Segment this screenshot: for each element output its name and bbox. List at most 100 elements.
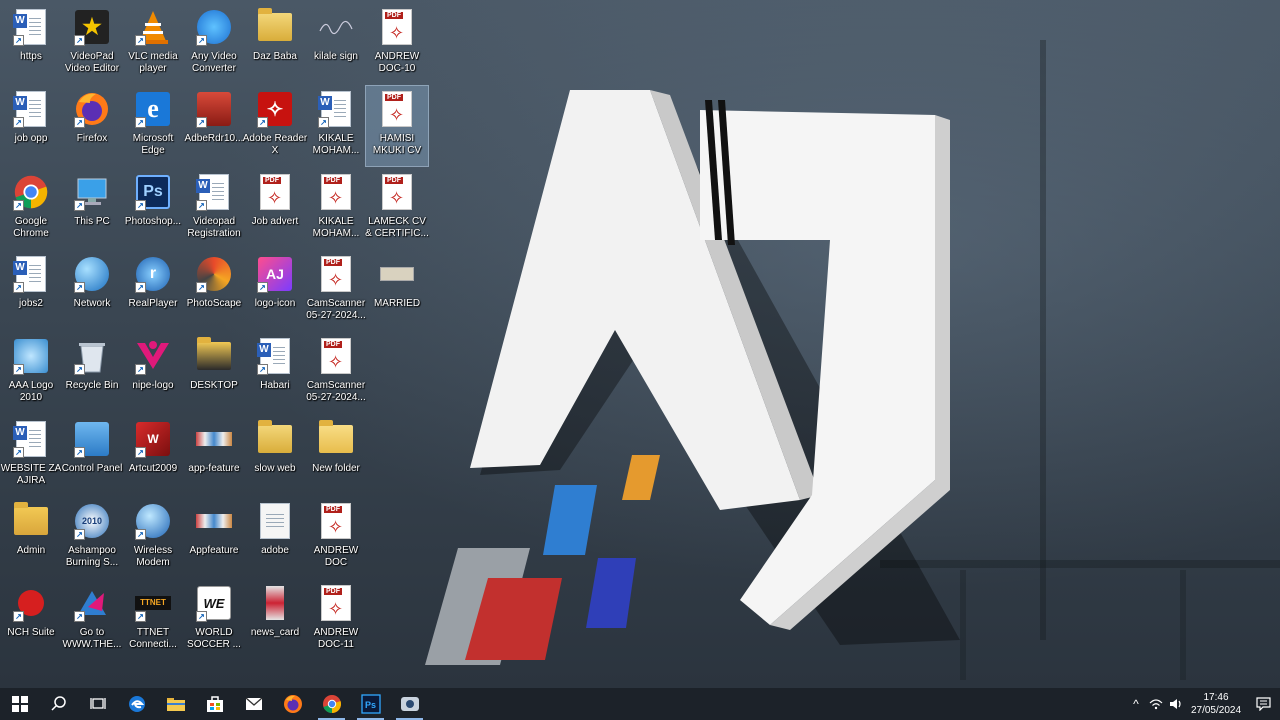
- svg-text:Ps: Ps: [365, 700, 376, 710]
- desktop-icon-label: ANDREW DOC-10: [374, 51, 420, 74]
- desktop-icon-appfeature[interactable]: Appfeature: [183, 498, 245, 578]
- desktop-icon-image: ↗: [12, 337, 50, 376]
- taskbar-firefox[interactable]: [273, 688, 312, 720]
- desktop-icon-this-pc[interactable]: ↗ This PC: [61, 169, 123, 249]
- desktop-icon-network[interactable]: ↗ Network: [61, 251, 123, 331]
- desktop-icon-website-za-ajira[interactable]: W ↗ WEBSITE ZA AJIRA: [0, 416, 62, 496]
- desktop-icon-label: KIKALE MOHAM...: [312, 215, 360, 239]
- desktop-icon-camscanner-1[interactable]: PDF ✧ CamScanner 05-27-2024...: [305, 251, 367, 331]
- desktop-icon-goto-www[interactable]: ↗ Go to WWW.THE...: [61, 580, 123, 660]
- desktop-icon-vlc[interactable]: ↗ VLC media player: [122, 4, 184, 84]
- desktop-icon-wireless[interactable]: ↗ Wireless Modem: [122, 498, 184, 578]
- shortcut-arrow-icon: ↗: [13, 446, 24, 458]
- desktop-icon-news-card[interactable]: news_card: [244, 580, 306, 660]
- desktop-icon-world-soccer[interactable]: WE ↗ WORLD SOCCER ...: [183, 580, 245, 660]
- shortcut-arrow-icon: ↗: [13, 35, 24, 46]
- desktop-icon-anyvideo[interactable]: ↗ Any Video Converter: [183, 4, 245, 84]
- desktop-icon-kilale-sign[interactable]: kilale sign: [305, 4, 367, 84]
- desktop-icon-lameck-cv[interactable]: PDF ✧ LAMECK CV & CERTIFIC...: [365, 169, 429, 249]
- desktop-icon-label: jobs2: [19, 297, 43, 309]
- pdf-document-icon: PDF ✧: [321, 173, 351, 210]
- taskbar-mail[interactable]: [234, 688, 273, 720]
- shortcut-arrow-icon: ↗: [74, 446, 85, 458]
- search-button[interactable]: [39, 688, 78, 720]
- desktop-icon-label: CamScanner 05-27-2024...: [306, 297, 366, 321]
- desktop-icon-label: Go to WWW.THE...: [62, 627, 122, 651]
- start-button[interactable]: [0, 688, 39, 720]
- desktop-icon-videopad[interactable]: ★ ↗ VideoPad Video Editor: [61, 4, 123, 84]
- desktop-icon-adobe[interactable]: adobe: [244, 498, 306, 578]
- desktop-icon-kikale-1[interactable]: W ↗ KIKALE MOHAM...: [305, 86, 367, 166]
- desktop-icon-photoshop[interactable]: Ps ↗ Photoshop...: [122, 169, 184, 249]
- desktop-icon-andrew-doc-11[interactable]: PDF ✧ ANDREW DOC-11: [305, 580, 367, 660]
- desktop-icon-married[interactable]: MARRIED: [366, 251, 428, 331]
- desktop-icon-new-folder[interactable]: New folder: [305, 416, 367, 496]
- desktop-icon-habari[interactable]: W ↗ Habari: [244, 333, 306, 413]
- desktop-icon-hamisi-cv[interactable]: PDF ✧ HAMISI MKUKI CV: [365, 85, 429, 168]
- desktop-icon-adobe-reader-x[interactable]: ✧ ↗ Adobe Reader X: [243, 86, 307, 166]
- desktop-icon-nipe-logo[interactable]: ↗ nipe-logo: [122, 333, 184, 413]
- desktop-icon-recycle-bin[interactable]: ↗ Recycle Bin: [61, 333, 123, 413]
- desktop-icon-edge-legacy[interactable]: e ↗ Microsoft Edge: [122, 86, 184, 166]
- desktop-icon-chrome[interactable]: ↗ Google Chrome: [0, 169, 62, 249]
- desktop-icon-nch-suite[interactable]: ↗ NCH Suite: [0, 580, 62, 660]
- desktop-icon-job-opp[interactable]: W ↗ job opp: [0, 86, 62, 166]
- desktop-icon-kikale-2[interactable]: PDF ✧ KIKALE MOHAM...: [305, 169, 367, 249]
- desktop-icon-label: Habari: [260, 380, 290, 392]
- desktop-icon-videopad-reg[interactable]: W ↗ Videopad Registration: [183, 169, 245, 249]
- shortcut-arrow-icon: ↗: [74, 117, 85, 129]
- desktop-icon-realplayer[interactable]: r ↗ RealPlayer: [122, 251, 184, 331]
- firefox-icon: [283, 695, 302, 713]
- image-strip-icon: [196, 431, 232, 446]
- desktop-icon-photoscape[interactable]: ↗ PhotoScape: [183, 251, 245, 331]
- desktop-icon-job-advert[interactable]: PDF ✧ Job advert: [244, 169, 306, 249]
- volume-tray-button[interactable]: [1166, 688, 1186, 720]
- desktop-icon-adbrdr[interactable]: ↗ AdbeRdr10...: [183, 86, 245, 166]
- taskbar-clock[interactable]: 17:46 27/05/2024: [1186, 691, 1246, 717]
- action-center-button[interactable]: [1246, 688, 1280, 720]
- desktop-icon-control-panel[interactable]: ↗ Control Panel: [61, 416, 123, 496]
- desktop-icon-label: Videopad Registration: [187, 215, 241, 239]
- notification-icon: [1255, 697, 1271, 711]
- desktop-icon-slow-web[interactable]: slow web: [244, 416, 306, 496]
- desktop-icon-andrew-doc-10[interactable]: PDF ✧ ANDREW DOC-10: [366, 4, 428, 84]
- desktop-icon-ttnet[interactable]: TTNET ↗ TTNET Connecti...: [122, 580, 184, 660]
- taskbar-file-explorer[interactable]: [156, 688, 195, 720]
- desktop-icon-desktop-folder[interactable]: DESKTOP: [183, 333, 245, 413]
- taskbar-chrome[interactable]: [312, 688, 351, 720]
- desktop-icon-label: KIKALE MOHAM...: [312, 133, 360, 157]
- desktop-icon-label: Admin: [16, 544, 46, 556]
- desktop-icon-image: Ps ↗: [134, 173, 172, 211]
- desktop-icon-aaa-logo[interactable]: ↗ AAA Logo 2010: [0, 333, 62, 413]
- taskbar-screen-recorder[interactable]: [390, 688, 429, 720]
- desktop-icon-dazbaba[interactable]: Daz Baba: [244, 4, 306, 84]
- zip-folder-icon: [258, 8, 292, 41]
- desktop-icon-admin[interactable]: Admin: [0, 498, 62, 578]
- pdf-document-icon: PDF ✧: [321, 255, 351, 292]
- desktop-icon-jobs2[interactable]: W ↗ jobs2: [0, 251, 62, 331]
- desktop-icon-label: DESKTOP: [190, 380, 238, 392]
- desktop-icon-firefox[interactable]: ↗ Firefox: [61, 86, 123, 166]
- shortcut-arrow-icon: ↗: [135, 117, 146, 129]
- tray-overflow-button[interactable]: ^: [1126, 688, 1146, 720]
- desktop-icon-image: ↗: [134, 502, 172, 540]
- desktop-icon-image: AJ ↗: [256, 255, 294, 293]
- taskbar-edge[interactable]: [117, 688, 156, 720]
- desktop-icon-label: Control Panel: [61, 462, 123, 474]
- task-view-button[interactable]: [78, 688, 117, 720]
- desktop-icon-label: Job advert: [251, 215, 299, 227]
- desktop-icon-camscanner-2[interactable]: PDF ✧ CamScanner 05-27-2024...: [305, 333, 367, 413]
- desktop-icon-andrew-doc[interactable]: PDF ✧ ANDREW DOC: [305, 498, 367, 578]
- desktop-icon-ashampoo[interactable]: 2010 ↗ Ashampoo Burning S...: [61, 498, 123, 578]
- taskbar-store[interactable]: [195, 688, 234, 720]
- desktop-icon-https[interactable]: W ↗ https: [0, 4, 62, 84]
- desktop-icon-image: 2010 ↗: [73, 502, 111, 540]
- desktop-icon-app-feature[interactable]: app-feature: [183, 416, 245, 496]
- desktop-icon-artcut[interactable]: W ↗ Artcut2009: [122, 416, 184, 496]
- desktop-icon-image: ↗: [195, 90, 233, 129]
- desktop-icon-image: ↗: [73, 420, 111, 458]
- network-tray-button[interactable]: [1146, 688, 1166, 720]
- desktop-icon-logo-icon[interactable]: AJ ↗ logo-icon: [244, 251, 306, 331]
- taskbar-photoshop[interactable]: Ps: [351, 688, 390, 720]
- desktop-icon-label: Network: [73, 297, 111, 309]
